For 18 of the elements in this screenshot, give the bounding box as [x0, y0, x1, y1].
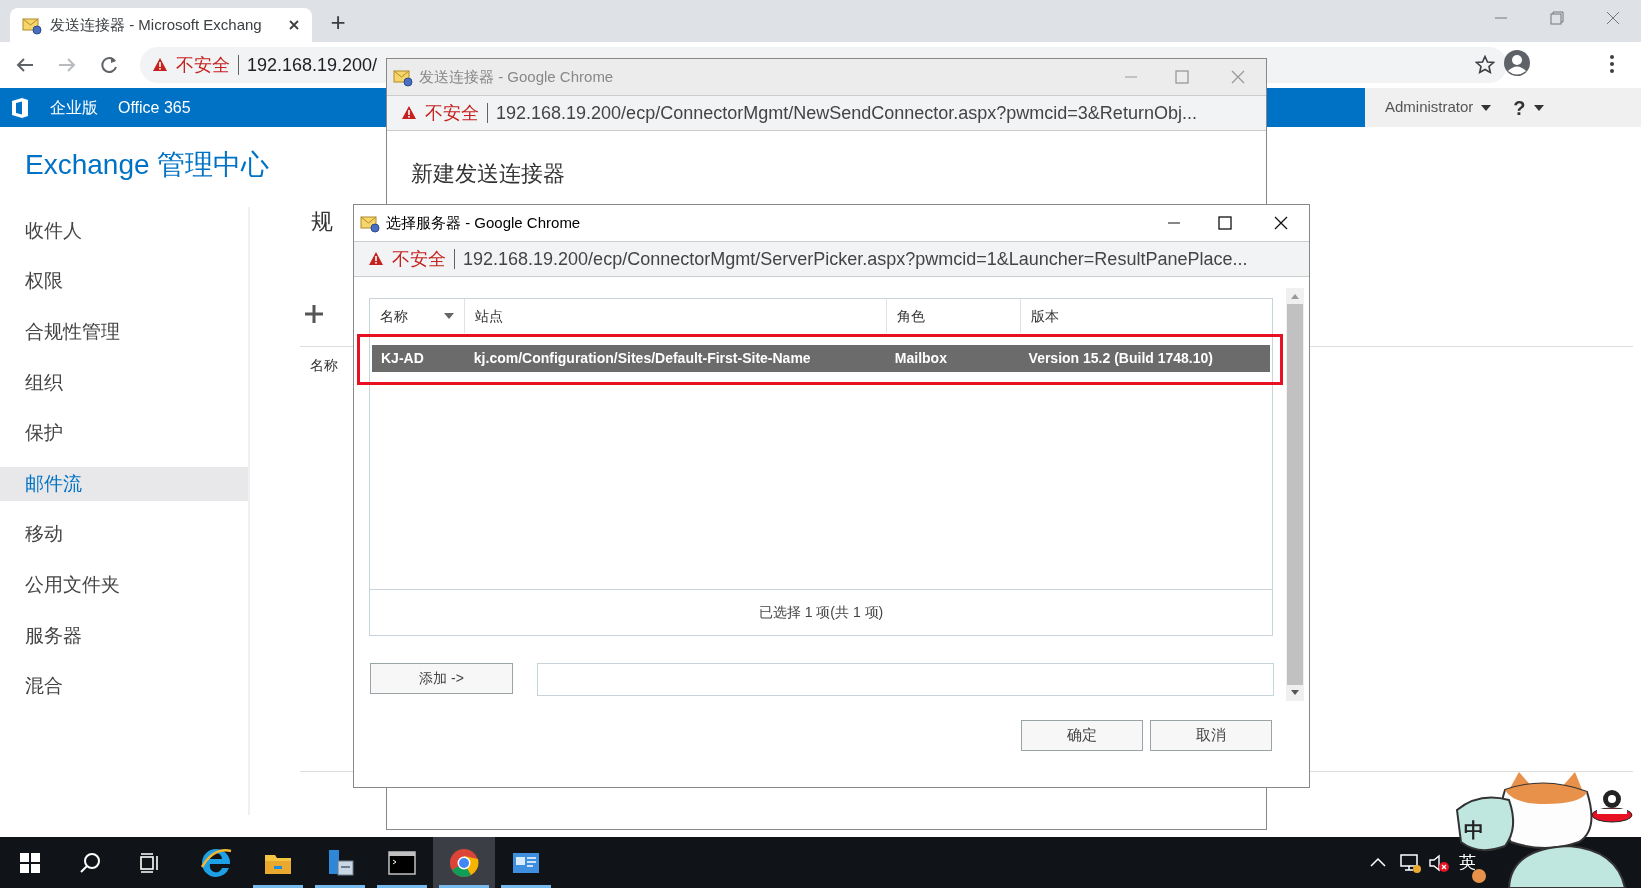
window-title: 发送连接器 - Google Chrome	[419, 66, 615, 87]
window-title: 选择服务器 - Google Chrome	[386, 212, 582, 233]
url-text: 192.168.19.200/ecp/ConnectorMgmt/NewSendConnector.aspx?pwmcid=3&ReturnObj...	[496, 101, 1197, 125]
tab-title: 发送连接器 - Microsoft Exchang	[50, 14, 263, 35]
table-cell-text: Version 15.2 (Build 1748.10)	[1027, 349, 1214, 368]
security-label: 不安全	[392, 247, 446, 271]
url-text: 192.168.19.200/	[247, 53, 378, 77]
selection-status: 已选择 1 项(共 1 项)	[370, 589, 1272, 635]
column-header: 名称	[310, 356, 338, 375]
table-cell-text: kj.com/Configuration/Sites/Default-First-Site-Name	[472, 349, 812, 368]
security-label: 不安全	[176, 53, 230, 77]
table-cell-text: KJ-AD	[380, 349, 425, 368]
app-title: Exchange 管理中心	[25, 148, 270, 182]
page-title: 规	[311, 208, 333, 236]
url-text: 192.168.19.200/ecp/ConnectorMgmt/ServerPicker.aspx?pwmcid=1&Launcher=ResultPanePlace...	[463, 247, 1248, 271]
security-label: 不安全	[425, 101, 479, 125]
table-cell-text: Mailbox	[893, 349, 948, 368]
dialog-heading: 新建发送连接器	[411, 160, 566, 188]
